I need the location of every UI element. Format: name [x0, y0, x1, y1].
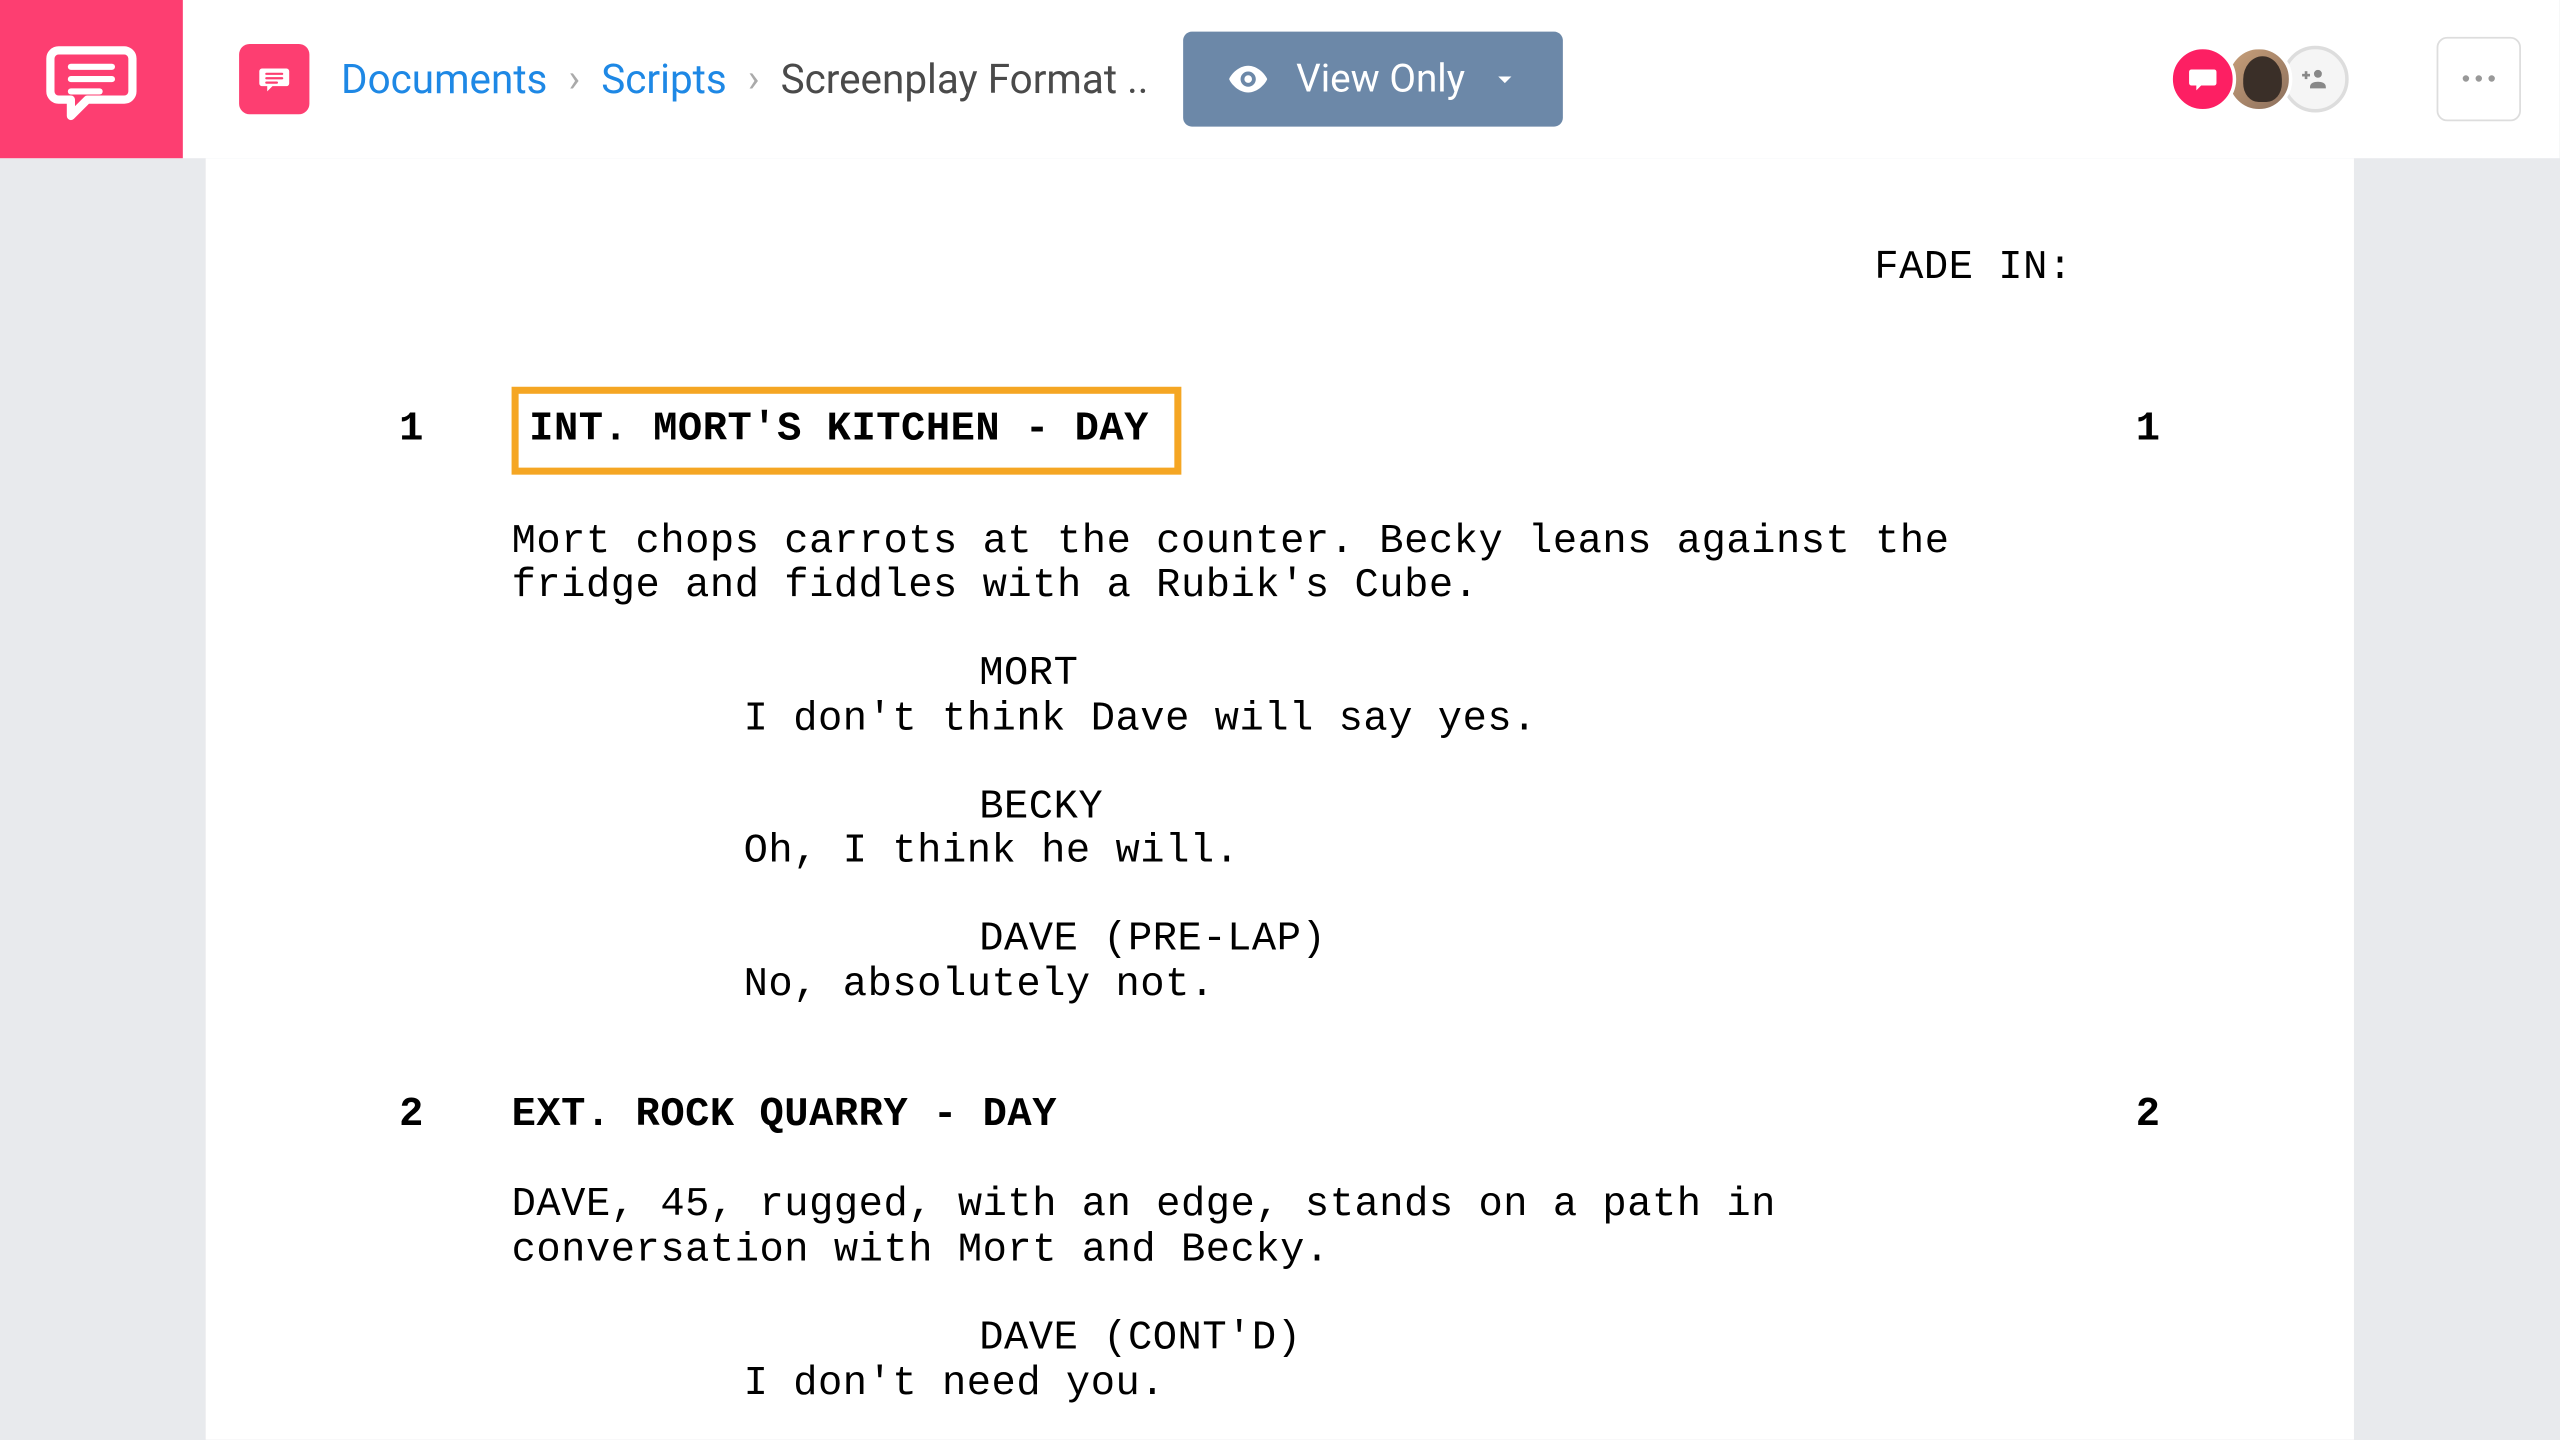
chat-bubble-icon: [2183, 60, 2222, 99]
dialogue-line: Oh, I think he will.: [744, 830, 1728, 875]
scene-number-right: 1: [2136, 407, 2161, 452]
chat-bubble-icon: [42, 30, 140, 128]
character-cue: MORT: [979, 652, 2160, 697]
view-mode-label: View Only: [1296, 57, 1465, 101]
scene-number-left: 1: [399, 407, 512, 452]
view-mode-button[interactable]: View Only: [1184, 32, 1564, 127]
breadcrumb: Documents › Scripts › Screenplay Format …: [341, 55, 1148, 102]
project-icon[interactable]: [239, 44, 309, 114]
app-logo[interactable]: [0, 0, 183, 158]
dialogue-block: DAVE (CONT'D) I don't need you.: [512, 1316, 2161, 1407]
topbar: Documents › Scripts › Screenplay Format …: [0, 0, 2560, 158]
action-text: Mort chops carrots at the counter. Becky…: [512, 519, 1989, 610]
content-area: FADE IN: 1 INT. MORT'S KITCHEN - DAY 1 M…: [0, 158, 2560, 1440]
character-cue: DAVE (CONT'D): [979, 1316, 2160, 1361]
breadcrumb-scripts[interactable]: Scripts: [601, 55, 727, 102]
chevron-right-icon: ›: [748, 57, 760, 101]
scene-number-right: 2: [2136, 1093, 2161, 1138]
dialogue-line: I don't think Dave will say yes.: [744, 697, 1728, 742]
presence-badge[interactable]: [2169, 46, 2236, 113]
dialogue-line: No, absolutely not.: [744, 963, 1728, 1008]
chevron-right-icon: ›: [569, 57, 581, 101]
dialogue-block: DAVE (PRE-LAP) No, absolutely not.: [512, 918, 2161, 1009]
scene-number-left: 2: [399, 1093, 512, 1138]
scene-heading-row: 1 INT. MORT'S KITCHEN - DAY 1: [399, 386, 2161, 473]
chevron-down-icon: [1490, 63, 1522, 95]
transition-in: FADE IN:: [399, 246, 2073, 291]
character-cue: BECKY: [979, 785, 2160, 830]
more-options-button[interactable]: [2437, 37, 2521, 121]
script-page: FADE IN: 1 INT. MORT'S KITCHEN - DAY 1 M…: [206, 158, 2354, 1440]
breadcrumb-current: Screenplay Format ..: [781, 55, 1149, 102]
person-add-icon: [2299, 63, 2331, 95]
action-text: DAVE, 45, rugged, with an edge, stands o…: [512, 1184, 1989, 1275]
chat-bubble-icon: [253, 58, 295, 100]
dialogue-line: I don't need you.: [744, 1362, 1728, 1407]
dialogue-block: BECKY Oh, I think he will.: [512, 785, 2161, 876]
scene-heading[interactable]: INT. MORT'S KITCHEN - DAY: [512, 386, 1181, 473]
scene-heading[interactable]: EXT. ROCK QUARRY - DAY: [512, 1093, 1057, 1138]
eye-icon: [1226, 56, 1272, 102]
dialogue-block: MORT I don't think Dave will say yes.: [512, 652, 2161, 743]
topbar-right: [2169, 37, 2559, 121]
character-cue: DAVE (PRE-LAP): [979, 918, 2160, 963]
ellipsis-icon: [2459, 73, 2498, 86]
scene-heading-row: 2 EXT. ROCK QUARRY - DAY 2: [399, 1093, 2161, 1138]
breadcrumb-documents[interactable]: Documents: [341, 55, 547, 102]
